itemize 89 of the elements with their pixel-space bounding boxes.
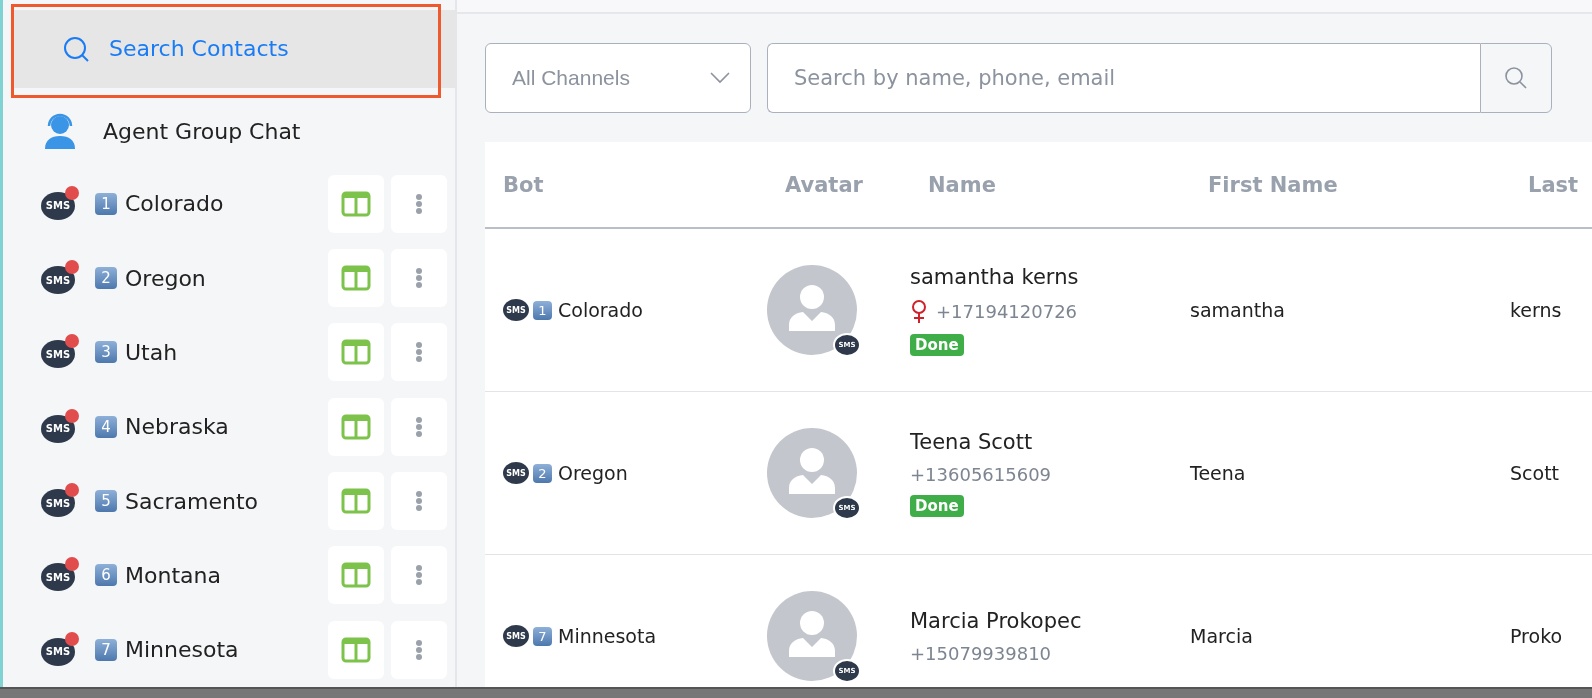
phone-number: +17194120726 (936, 300, 1078, 322)
sms-badge: SMS (41, 489, 75, 518)
more-button[interactable] (391, 546, 447, 605)
bot-item[interactable]: SMS 4 Nebraska (3, 389, 455, 464)
bot-name: Oregon (558, 462, 628, 484)
more-button[interactable] (391, 620, 447, 679)
contact-name: Teena Scott (910, 429, 1033, 454)
columns-button[interactable] (328, 620, 384, 679)
more-button[interactable] (391, 249, 447, 308)
columns-button[interactable] (328, 323, 384, 382)
phone-number: +15079939810 (910, 642, 1052, 664)
avatar-icon (767, 591, 857, 681)
bot-item[interactable]: SMS 7 Minnesota (3, 612, 455, 687)
sms-badge: SMS (41, 414, 75, 443)
more-icon (415, 267, 423, 290)
sms-badge: SMS (41, 266, 75, 295)
search-icon (63, 35, 89, 62)
sms-badge: SMS (503, 462, 529, 484)
more-button[interactable] (391, 472, 447, 531)
columns-icon (341, 265, 371, 292)
number-key: 7 (533, 626, 552, 646)
status-badge: Done (910, 333, 964, 356)
bot-name: Oregon (125, 265, 207, 291)
columns-icon (341, 413, 371, 440)
more-icon (415, 638, 423, 661)
phone-number: +13605615609 (910, 463, 1052, 485)
agent-group-chat-item[interactable]: Agent Group Chat (3, 95, 455, 167)
number-key: 1 (95, 192, 117, 215)
bot-name: Utah (125, 340, 179, 365)
table-cell-text: Scott (1510, 462, 1561, 484)
headset-person-icon (43, 113, 77, 150)
number-key: 2 (533, 463, 552, 483)
columns-button[interactable] (328, 472, 384, 531)
status-badge: Done (910, 494, 964, 517)
sms-badge: SMS (41, 340, 75, 369)
more-icon (415, 341, 423, 364)
columns-button[interactable] (328, 397, 384, 456)
columns-icon (341, 636, 371, 663)
sms-badge: SMS (41, 637, 75, 666)
bot-name: Minnesota (125, 637, 240, 663)
bot-name: Nebraska (125, 414, 230, 440)
more-icon (415, 564, 423, 587)
number-key: 6 (95, 564, 117, 587)
number-key: 5 (95, 490, 117, 513)
number-key: 4 (95, 415, 117, 438)
columns-icon (341, 488, 371, 515)
bot-item[interactable]: SMS 3 Utah (3, 315, 455, 390)
columns-icon (341, 562, 371, 589)
sms-badge: SMS (503, 625, 529, 647)
sms-badge: SMS (41, 191, 75, 220)
search-icon (1504, 66, 1528, 90)
table-cell-text: Teena (1190, 462, 1247, 484)
number-key: 1 (533, 300, 552, 320)
bot-item[interactable]: SMS 5 Sacramento (3, 464, 455, 539)
sms-badge: SMS (41, 563, 75, 592)
avatar-icon (767, 265, 857, 355)
table-cell-text: Marcia (1190, 625, 1254, 647)
chevron-down-icon (710, 72, 730, 84)
columns-icon (341, 339, 371, 366)
table-cell-text: Proko (1510, 625, 1564, 647)
more-button[interactable] (391, 397, 447, 456)
more-icon (415, 415, 423, 438)
number-key: 7 (95, 638, 117, 661)
bot-item[interactable]: SMS 1 Colorado (3, 166, 455, 241)
search-button[interactable] (1480, 43, 1552, 113)
bot-item[interactable]: SMS 6 Montana (3, 538, 455, 613)
more-icon (415, 192, 423, 215)
number-key: 2 (95, 267, 117, 290)
bot-item[interactable]: SMS 2 Oregon (3, 241, 455, 316)
columns-icon (341, 190, 371, 217)
sms-badge: SMS (503, 299, 529, 321)
bot-name: Colorado (558, 299, 643, 321)
search-field[interactable]: Search by name, phone, email (767, 43, 1480, 113)
bot-name: Montana (125, 562, 222, 588)
contact-name: samantha kerns (910, 264, 1079, 289)
columns-button[interactable] (328, 546, 384, 605)
bot-name: Colorado (125, 191, 225, 217)
bot-name: Sacramento (125, 488, 260, 514)
table-cell-text: samantha (1190, 299, 1286, 321)
contact-name: Marcia Prokopec (910, 608, 1082, 633)
bot-name: Minnesota (558, 625, 657, 647)
avatar-icon (767, 428, 857, 518)
number-key: 3 (95, 341, 117, 364)
more-button[interactable] (391, 323, 447, 382)
columns-button[interactable] (328, 249, 384, 308)
table-cell-text: kerns (1510, 299, 1563, 321)
more-button[interactable] (391, 174, 447, 233)
more-icon (415, 490, 423, 513)
columns-button[interactable] (328, 174, 384, 233)
